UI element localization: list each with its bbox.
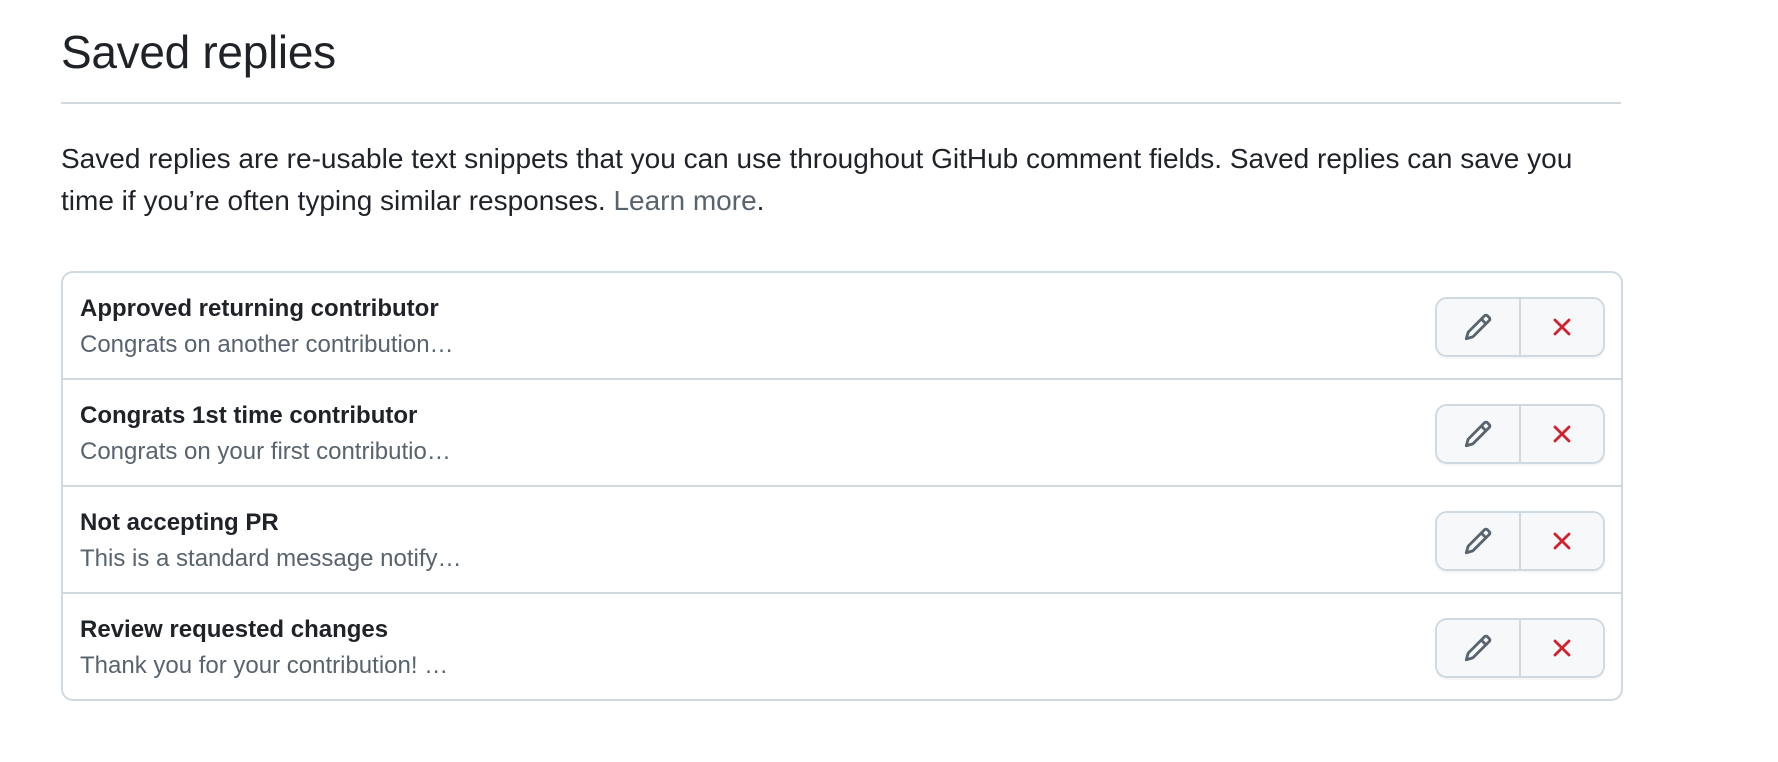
settings-content: Saved replies Saved replies are re-usabl… bbox=[61, 0, 1623, 701]
x-icon bbox=[1547, 419, 1577, 449]
saved-reply-title: Not accepting PR bbox=[80, 509, 279, 536]
saved-reply-title: Review requested changes bbox=[80, 616, 389, 643]
saved-reply-actions bbox=[1435, 618, 1605, 678]
x-icon bbox=[1547, 633, 1577, 663]
x-icon bbox=[1547, 526, 1577, 556]
description-period: . bbox=[756, 185, 765, 216]
delete-reply-button[interactable] bbox=[1519, 620, 1603, 676]
saved-reply-actions bbox=[1435, 404, 1605, 464]
saved-reply-preview: Congrats on your first contributio… bbox=[80, 438, 451, 465]
saved-reply-title: Approved returning contributor bbox=[80, 295, 439, 322]
pencil-icon bbox=[1463, 526, 1493, 556]
delete-reply-button[interactable] bbox=[1519, 513, 1603, 569]
saved-reply-actions bbox=[1435, 297, 1605, 357]
saved-reply-text: Congrats 1st time contributor Congrats o… bbox=[80, 400, 451, 468]
saved-reply-text: Review requested changes Thank you for y… bbox=[80, 614, 448, 682]
edit-reply-button[interactable] bbox=[1437, 406, 1519, 462]
saved-reply-row: Approved returning contributor Congrats … bbox=[63, 273, 1621, 378]
pencil-icon bbox=[1463, 419, 1493, 449]
saved-reply-preview: Congrats on another contribution… bbox=[80, 331, 454, 358]
title-divider bbox=[61, 102, 1621, 104]
pencil-icon bbox=[1463, 312, 1493, 342]
saved-reply-row: Congrats 1st time contributor Congrats o… bbox=[63, 378, 1621, 485]
delete-reply-button[interactable] bbox=[1519, 299, 1603, 355]
saved-reply-preview: This is a standard message notify… bbox=[80, 545, 462, 572]
page-title: Saved replies bbox=[61, 26, 336, 78]
page-description: Saved replies are re-usable text snippet… bbox=[61, 138, 1621, 222]
delete-reply-button[interactable] bbox=[1519, 406, 1603, 462]
x-icon bbox=[1547, 312, 1577, 342]
edit-reply-button[interactable] bbox=[1437, 299, 1519, 355]
learn-more-link[interactable]: Learn more bbox=[613, 185, 756, 216]
saved-reply-row: Not accepting PR This is a standard mess… bbox=[63, 485, 1621, 592]
saved-reply-text: Approved returning contributor Congrats … bbox=[80, 293, 454, 361]
description-text: Saved replies are re-usable text snippet… bbox=[61, 143, 1573, 216]
edit-reply-button[interactable] bbox=[1437, 513, 1519, 569]
saved-reply-row: Review requested changes Thank you for y… bbox=[63, 592, 1621, 699]
saved-replies-list: Approved returning contributor Congrats … bbox=[61, 271, 1623, 701]
saved-reply-title: Congrats 1st time contributor bbox=[80, 402, 418, 429]
saved-reply-text: Not accepting PR This is a standard mess… bbox=[80, 507, 462, 575]
saved-replies-page: Saved replies Saved replies are re-usabl… bbox=[0, 0, 1778, 762]
edit-reply-button[interactable] bbox=[1437, 620, 1519, 676]
saved-reply-preview: Thank you for your contribution! … bbox=[80, 652, 449, 679]
saved-reply-actions bbox=[1435, 511, 1605, 571]
pencil-icon bbox=[1463, 633, 1493, 663]
